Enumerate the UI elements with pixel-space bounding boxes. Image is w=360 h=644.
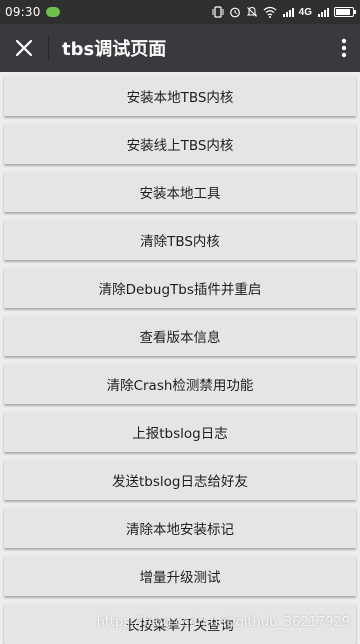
- longpress-menu-query-button[interactable]: 长按菜单开关查询: [4, 604, 356, 644]
- close-button[interactable]: [0, 24, 48, 72]
- wifi-icon: [263, 5, 277, 19]
- alarm-icon: [229, 5, 241, 19]
- status-right: 4G: [212, 5, 356, 19]
- clear-debugtbs-restart-button[interactable]: 清除DebugTbs插件并重启: [4, 268, 356, 308]
- button-list: 安装本地TBS内核 安装线上TBS内核 安装本地工具 清除TBS内核 清除Deb…: [0, 76, 360, 644]
- clear-tbs-button[interactable]: 清除TBS内核: [4, 220, 356, 260]
- silent-icon: [246, 5, 258, 19]
- signal-icon-1: [282, 5, 294, 19]
- clear-install-flag-button[interactable]: 清除本地安装标记: [4, 508, 356, 548]
- signal-icon-2: [317, 5, 329, 19]
- upload-tbslog-button[interactable]: 上报tbslog日志: [4, 412, 356, 452]
- battery-icon: [334, 7, 356, 17]
- install-local-tool-button[interactable]: 安装本地工具: [4, 172, 356, 212]
- install-local-tbs-button[interactable]: 安装本地TBS内核: [4, 76, 356, 116]
- incremental-upgrade-button[interactable]: 增量升级测试: [4, 556, 356, 596]
- network-type: 4G: [298, 6, 312, 18]
- wechat-notification-icon: [45, 7, 60, 17]
- more-vert-icon: [341, 38, 347, 58]
- install-online-tbs-button[interactable]: 安装线上TBS内核: [4, 124, 356, 164]
- toolbar-divider: [48, 35, 49, 61]
- battery-level: [336, 9, 350, 15]
- toolbar: tbs调试页面: [0, 24, 360, 72]
- status-left: 09:30: [5, 5, 60, 19]
- close-icon: [15, 39, 33, 57]
- status-bar: 09:30 4G: [0, 0, 360, 24]
- view-version-button[interactable]: 查看版本信息: [4, 316, 356, 356]
- clear-crash-detect-button[interactable]: 清除Crash检测禁用功能: [4, 364, 356, 404]
- page-title: tbs调试页面: [62, 39, 167, 60]
- send-tbslog-button[interactable]: 发送tbslog日志给好友: [4, 460, 356, 500]
- status-time: 09:30: [5, 5, 41, 19]
- vibrate-icon: [212, 5, 224, 19]
- more-button[interactable]: [328, 24, 360, 72]
